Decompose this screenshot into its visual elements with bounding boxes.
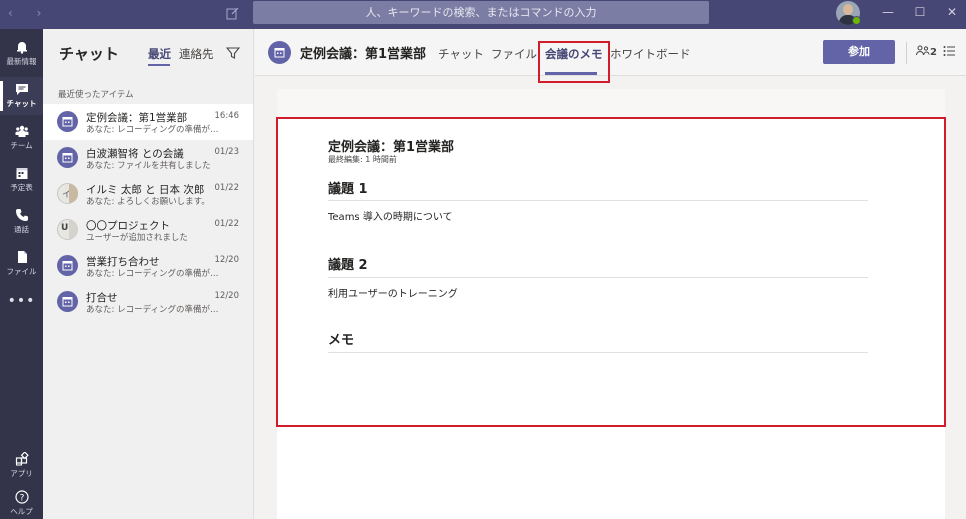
meeting-avatar	[57, 147, 78, 168]
meeting-avatar	[57, 291, 78, 312]
chat-preview: ユーザーが追加されました	[86, 233, 188, 243]
list-item[interactable]: 定例会議：第1営業部 16:46 あなた: レコーディングの準備が…	[43, 104, 253, 140]
divider	[328, 200, 868, 201]
chat-time: 01/22	[214, 219, 240, 229]
chat-icon	[15, 84, 28, 95]
group-avatar: U	[57, 219, 78, 240]
calendar-icon	[62, 117, 73, 127]
rail-item-help[interactable]: ? ヘルプ	[0, 485, 43, 519]
chat-preview: あなた: レコーディングの準備が…	[86, 125, 219, 135]
divider	[906, 42, 907, 64]
page-title: 定例会議：第1営業部	[300, 47, 427, 62]
rail-item-label: 最新情報	[6, 57, 37, 66]
tab-recent[interactable]: 最近	[148, 46, 171, 62]
list-item[interactable]: U 〇〇プロジェクト 01/22 ユーザーが追加されました	[43, 212, 253, 248]
apps-icon	[15, 452, 29, 466]
tab-contacts[interactable]: 連絡先	[179, 46, 214, 62]
presence-status-icon	[852, 16, 861, 25]
list-item[interactable]: 白波瀬智将 との会議 01/23 あなた: ファイルを共有しました	[43, 140, 253, 176]
participants-count: 2	[930, 47, 937, 58]
calendar-icon	[16, 168, 27, 179]
maximize-button[interactable]: ☐	[910, 5, 930, 19]
chat-time: 12/20	[214, 291, 240, 301]
active-tab-indicator	[148, 64, 170, 66]
rail-item-calendar[interactable]: 予定表	[0, 161, 43, 199]
rail-item-chat[interactable]: チャット	[0, 77, 43, 115]
divider	[328, 277, 868, 278]
rail-item-label: アプリ	[10, 469, 33, 478]
rail-item-label: チーム	[10, 141, 33, 150]
file-icon	[17, 251, 27, 263]
chat-time: 12/20	[214, 255, 240, 265]
rail-item-files[interactable]: ファイル	[0, 245, 43, 283]
list-icon[interactable]	[943, 45, 955, 57]
chat-preview: あなた: ファイルを共有しました	[86, 161, 211, 171]
chat-time: 01/22	[214, 183, 240, 193]
highlight-box-tab	[538, 41, 610, 83]
section-body-agenda-2[interactable]: 利用ユーザーのトレーニング	[328, 285, 458, 300]
rail-item-calls[interactable]: 通話	[0, 203, 43, 241]
list-item[interactable]: 営業打ち合わせ 12/20 あなた: レコーディングの準備が…	[43, 248, 253, 284]
rail-item-activity[interactable]: 最新情報	[0, 35, 43, 73]
compose-icon[interactable]	[226, 6, 240, 20]
rail-item-apps[interactable]: アプリ	[0, 447, 43, 485]
tab-files[interactable]: ファイル	[491, 46, 537, 62]
close-button[interactable]: ✕	[942, 5, 962, 19]
chat-list-pane: チャット 最近 連絡先 最近使ったアイテム 定例会議：第1営業部 16:46 あ…	[43, 29, 254, 519]
chat-preview: あなた: レコーディングの準備が…	[86, 305, 219, 315]
filter-icon[interactable]	[226, 46, 240, 60]
section-label: 最近使ったアイテム	[58, 90, 134, 100]
minimize-button[interactable]: —	[878, 5, 898, 19]
app-rail: 最新情報 チャット チーム 予定表 通話 ファイル ••• アプリ ? ヘルプ	[0, 29, 43, 519]
rail-item-label: ヘルプ	[10, 507, 33, 516]
chat-time: 01/23	[214, 147, 240, 157]
rail-item-label: 予定表	[10, 183, 33, 192]
chatpane-title: チャット	[59, 45, 119, 63]
search-input[interactable]: 人、キーワードの検索、またはコマンドの入力	[253, 1, 709, 24]
section-heading-agenda-1[interactable]: 議題 1	[328, 178, 368, 197]
rail-item-teams[interactable]: チーム	[0, 119, 43, 157]
avatar-initials: U	[61, 223, 69, 233]
people-icon	[916, 45, 930, 56]
chat-preview: あなた: レコーディングの準備が…	[86, 269, 219, 279]
nav-arrows[interactable]: ‹ ›	[8, 6, 51, 20]
section-heading-agenda-2[interactable]: 議題 2	[328, 254, 368, 273]
rail-item-label: チャット	[6, 99, 37, 108]
more-apps-icon[interactable]: •••	[0, 293, 43, 309]
meeting-avatar	[57, 255, 78, 276]
calendar-icon	[62, 297, 73, 307]
rail-item-label: 通話	[14, 225, 29, 234]
svg-text:?: ?	[19, 494, 24, 504]
participants-button[interactable]: 2	[916, 45, 937, 58]
tab-whiteboard[interactable]: ホワイトボード	[610, 46, 691, 62]
section-body-agenda-1[interactable]: Teams 導入の時期について	[328, 208, 453, 223]
title-bar: ‹ › 人、キーワードの検索、またはコマンドの入力 — ☐ ✕	[0, 0, 966, 29]
tab-chat[interactable]: チャット	[438, 46, 484, 62]
calendar-icon	[274, 48, 285, 58]
join-button[interactable]: 参加	[823, 40, 895, 64]
chat-preview: あなた: よろしくお願いします。	[86, 197, 210, 207]
help-icon: ?	[14, 490, 29, 504]
last-edited-text: 最終編集: 1 時間前	[328, 155, 397, 164]
notes-canvas-header	[277, 89, 945, 117]
calendar-icon	[62, 261, 73, 271]
calendar-icon	[62, 153, 73, 163]
list-item[interactable]: 打合せ 12/20 あなた: レコーディングの準備が…	[43, 284, 253, 320]
group-avatar: イ	[57, 183, 78, 204]
divider	[328, 352, 868, 353]
chat-time: 16:46	[214, 111, 240, 121]
meeting-avatar	[57, 111, 78, 132]
rail-item-label: ファイル	[6, 267, 37, 276]
bell-icon	[16, 42, 27, 54]
notes-title[interactable]: 定例会議：第1営業部	[328, 136, 454, 155]
phone-icon	[15, 209, 28, 221]
section-heading-memo[interactable]: メモ	[328, 329, 354, 348]
meeting-header: 定例会議：第1営業部 チャット ファイル 会議のメモ ホワイトボード 参加 2	[255, 29, 966, 83]
meeting-avatar	[268, 41, 291, 64]
list-item[interactable]: イ イルミ 太郎 と 日本 次郎 01/22 あなた: よろしくお願いします。	[43, 176, 253, 212]
teams-icon	[15, 125, 28, 137]
